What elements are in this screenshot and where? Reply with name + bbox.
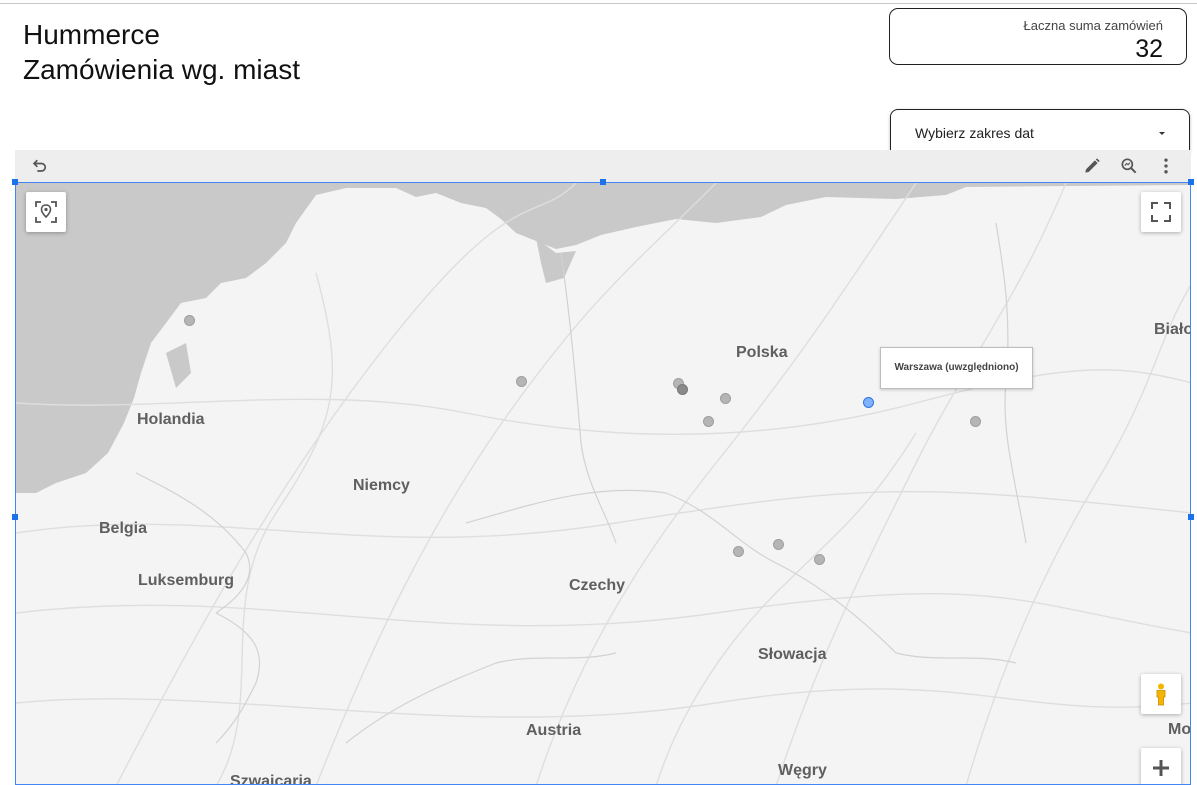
country-label-polska: Polska bbox=[736, 344, 788, 361]
date-range-label: Wybierz zakres dat bbox=[915, 125, 1034, 141]
chevron-down-icon bbox=[1159, 132, 1165, 135]
more-vert-icon[interactable] bbox=[1156, 156, 1176, 176]
resize-handle[interactable] bbox=[1188, 179, 1194, 185]
country-label-slowacja: Słowacja bbox=[758, 646, 827, 663]
pegman-icon bbox=[1156, 683, 1166, 706]
country-label-bialorus: Biało bbox=[1154, 321, 1191, 338]
country-label-belgia: Belgia bbox=[99, 520, 148, 537]
chart-toolbar bbox=[15, 150, 1191, 182]
city-marker[interactable] bbox=[970, 416, 981, 427]
street-view-button[interactable] bbox=[1141, 674, 1181, 714]
zoom-in-icon bbox=[1153, 760, 1169, 776]
country-label-austria: Austria bbox=[526, 722, 582, 739]
resize-handle[interactable] bbox=[12, 514, 18, 520]
city-marker[interactable] bbox=[516, 376, 527, 387]
explore-icon[interactable] bbox=[1119, 156, 1139, 176]
total-orders-scorecard: Łaczna suma zamówień 32 bbox=[889, 8, 1187, 65]
undo-icon[interactable] bbox=[29, 156, 49, 176]
city-marker[interactable] bbox=[720, 393, 731, 404]
resize-handle[interactable] bbox=[600, 179, 606, 185]
map-basemap bbox=[16, 183, 1190, 784]
city-marker[interactable] bbox=[677, 384, 688, 395]
country-label-holandia: Holandia bbox=[137, 411, 205, 428]
map-tooltip: Warszawa (uwzględniono) bbox=[880, 347, 1033, 389]
scorecard-label: Łaczna suma zamówień bbox=[1023, 18, 1163, 33]
city-marker-warszawa[interactable] bbox=[863, 397, 874, 408]
page-title: Hummerce Zamówienia wg. miast bbox=[23, 17, 300, 87]
title-app-name: Hummerce bbox=[23, 19, 160, 50]
locate-icon bbox=[35, 201, 57, 223]
city-marker[interactable] bbox=[773, 539, 784, 550]
zoom-in-button[interactable] bbox=[1141, 748, 1181, 784]
top-divider bbox=[0, 3, 1197, 4]
country-label-czechy: Czechy bbox=[569, 577, 626, 594]
edit-icon[interactable] bbox=[1082, 156, 1102, 176]
fullscreen-button[interactable] bbox=[1141, 192, 1181, 232]
scorecard-value: 32 bbox=[1135, 35, 1163, 63]
city-marker[interactable] bbox=[703, 416, 714, 427]
resize-handle[interactable] bbox=[12, 179, 18, 185]
city-marker[interactable] bbox=[814, 554, 825, 565]
title-report-name: Zamówienia wg. miast bbox=[23, 54, 300, 85]
country-label-szwajcaria: Szwajcaria bbox=[230, 773, 312, 785]
country-label-luksemburg: Luksemburg bbox=[138, 572, 235, 589]
city-orders-map[interactable]: Polska Holandia Niemcy Belgia Luksemburg… bbox=[15, 182, 1191, 785]
city-marker[interactable] bbox=[184, 315, 195, 326]
city-marker[interactable] bbox=[733, 546, 744, 557]
locate-button[interactable] bbox=[26, 192, 66, 232]
country-label-wegry: Węgry bbox=[778, 762, 827, 779]
country-label-niemcy: Niemcy bbox=[353, 477, 410, 494]
resize-handle[interactable] bbox=[1188, 514, 1194, 520]
country-label-moldawia: Mo bbox=[1168, 721, 1191, 738]
fullscreen-icon bbox=[1151, 202, 1171, 222]
